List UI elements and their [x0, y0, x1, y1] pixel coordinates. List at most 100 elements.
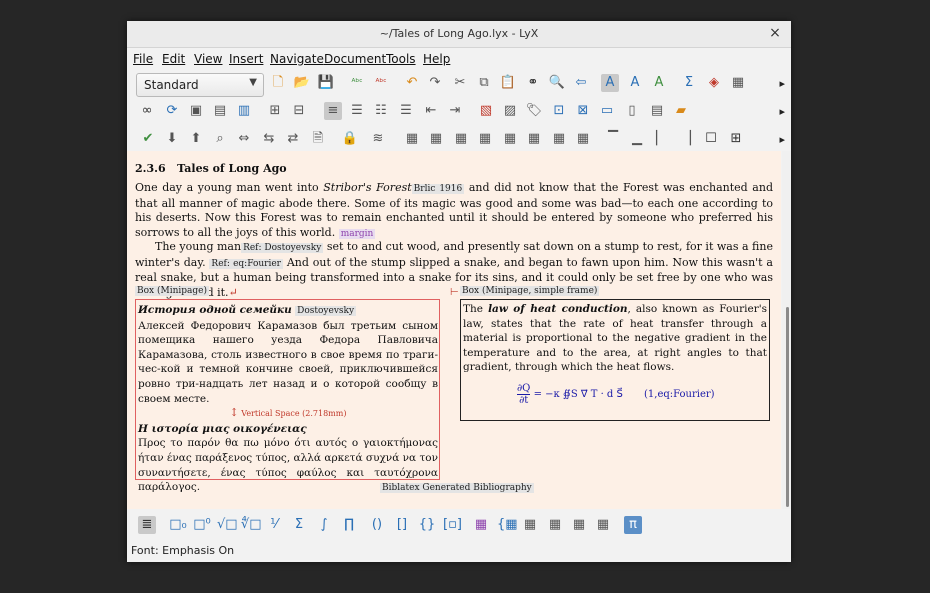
enumerate-icon[interactable]: ☷ — [372, 102, 390, 120]
toolbar-more-icon[interactable]: ▸ — [779, 133, 785, 146]
citation-inset[interactable]: Brlic 1916 — [411, 184, 465, 194]
view-source-icon[interactable]: ⊞ — [266, 102, 284, 120]
fourier-equation[interactable]: ∂Q ∂t = −κ ∯S ∇⃗ T · d S⃗ — [517, 383, 623, 406]
menu-view[interactable]: View — [194, 52, 222, 66]
subscript-icon[interactable]: □₀ — [169, 516, 187, 534]
spellcheck-icon[interactable]: ᴬᵇᶜ — [348, 74, 366, 92]
table-delete-row-icon[interactable]: ▦ — [452, 130, 470, 148]
undo-icon[interactable]: ↶ — [403, 74, 421, 92]
back-arrow-icon[interactable]: ⇦ — [572, 74, 590, 92]
integral-icon[interactable]: ∫ — [315, 516, 333, 534]
math-greek-icon[interactable]: π — [624, 516, 642, 534]
menu-tools[interactable]: Tools — [386, 52, 416, 66]
table-col-icon[interactable]: ▦ — [427, 130, 445, 148]
change-case-icon[interactable]: A — [650, 74, 668, 92]
insert-table-icon[interactable]: ▦ — [729, 74, 747, 92]
emphasis-icon[interactable]: A — [601, 74, 619, 92]
lock-icon[interactable]: 🔒 — [341, 130, 359, 148]
margin-note-inset[interactable]: margin — [338, 228, 376, 239]
find-change-icon[interactable]: ⌕ — [211, 130, 229, 148]
border-right-icon[interactable]: ▕ — [677, 130, 695, 148]
vertical-space-inset[interactable]: ↕ Vertical Space (2.718mm) — [138, 406, 438, 422]
accept-change-icon[interactable]: ✔ — [139, 130, 157, 148]
insert-margin-note-icon[interactable]: ▤ — [648, 102, 666, 120]
menu-edit[interactable]: Edit — [162, 52, 185, 66]
layers-icon[interactable]: ≋ — [369, 130, 387, 148]
insert-note-icon[interactable]: ▰ — [672, 102, 690, 120]
previous-change-icon[interactable]: ⬆ — [187, 130, 205, 148]
insert-figure-icon[interactable]: ▧ — [477, 102, 495, 120]
table-merge-icon[interactable]: ▦ — [501, 130, 519, 148]
save-icon[interactable]: 💾 — [317, 74, 335, 92]
root-icon[interactable]: ∜□ — [241, 516, 262, 534]
toolbar-more-icon[interactable]: ▸ — [779, 105, 785, 118]
menu-document[interactable]: Document — [324, 52, 386, 66]
minipage-box[interactable]: История одной семейки Dostoyevsky Алексе… — [135, 299, 440, 493]
next-change-icon[interactable]: ⬇ — [163, 130, 181, 148]
view-master-icon[interactable]: ▤ — [211, 102, 229, 120]
merge-icon[interactable]: ⇔ — [235, 130, 253, 148]
menu-file[interactable]: File — [133, 52, 153, 66]
brackets-icon[interactable]: [] — [393, 516, 411, 534]
delimiters-icon[interactable]: [▫] — [443, 516, 462, 534]
outdent-icon[interactable]: ⇤ — [422, 102, 440, 120]
insert-float-icon[interactable]: ▨ — [501, 102, 519, 120]
table-row-icon[interactable]: ▦ — [403, 130, 421, 148]
reference-inset-fourier[interactable]: Ref: eq:Fourier — [209, 258, 283, 269]
menu-help[interactable]: Help — [423, 52, 450, 66]
align-left-icon[interactable]: ☰ — [348, 102, 366, 120]
insert-graphics-icon[interactable]: ◈ — [705, 74, 723, 92]
indent-icon[interactable]: ⇥ — [446, 102, 464, 120]
align-justify-icon[interactable]: ≡ — [324, 102, 342, 120]
copy-icon[interactable]: ⧉ — [475, 74, 493, 92]
track-changes-icon[interactable]: ⇄ — [284, 130, 302, 148]
text-style-icon[interactable]: A — [626, 74, 644, 92]
box-minipage-label[interactable]: Box (Minipage) — [135, 286, 209, 296]
find-replace-icon[interactable]: ⚭ — [524, 74, 542, 92]
parentheses-icon[interactable]: () — [368, 516, 386, 534]
border-top-icon[interactable]: ▔ — [604, 130, 622, 148]
toolbar-more-icon[interactable]: ▸ — [779, 77, 785, 90]
border-all-icon[interactable]: ☐ — [702, 130, 720, 148]
new-document-icon[interactable]: 🗋 — [269, 74, 287, 92]
math-table-del-icon[interactable]: ▦ — [594, 516, 612, 534]
insert-label-icon[interactable]: 🏷 — [525, 102, 543, 120]
table-top-icon[interactable]: ▦ — [550, 130, 568, 148]
preview-icon[interactable]: ⊟ — [290, 102, 308, 120]
description-icon[interactable]: ☰ — [397, 102, 415, 120]
cases-icon[interactable]: {▦ — [497, 516, 518, 534]
border-left-icon[interactable]: ▏ — [652, 130, 670, 148]
label-inset-dostoyevsky[interactable]: Dostoyevsky — [295, 306, 357, 316]
view-icon[interactable]: ∞ — [138, 102, 156, 120]
cut-icon[interactable]: ✂ — [451, 74, 469, 92]
insert-reference-icon[interactable]: ⊡ — [550, 102, 568, 120]
insert-citation-icon[interactable]: ⊠ — [574, 102, 592, 120]
fraction-icon[interactable]: ⅟ — [265, 516, 283, 534]
document-work-area[interactable]: 2.3.6 Tales of Long Ago One day a young … — [127, 151, 781, 509]
paragraph-1[interactable]: One day a young man went into Stribor's … — [135, 181, 773, 241]
math-table-col-icon[interactable]: ▦ — [546, 516, 564, 534]
insert-footnote-icon[interactable]: ▯ — [623, 102, 641, 120]
open-folder-icon[interactable]: 📂 — [293, 74, 311, 92]
math-panel-icon[interactable]: ≣ — [138, 516, 156, 534]
bibliography-inset[interactable]: Biblatex Generated Bibliography — [380, 483, 534, 493]
scrollbar-thumb[interactable] — [786, 307, 789, 507]
close-button[interactable]: × — [767, 24, 783, 42]
sum-icon[interactable]: Σ — [290, 516, 308, 534]
math-sum-icon[interactable]: Σ — [680, 74, 698, 92]
compare-icon[interactable]: ⇆ — [260, 130, 278, 148]
update-icon[interactable]: ⟳ — [163, 102, 181, 120]
spellcheck-continuous-icon[interactable]: ᴬᵇᶜ — [372, 74, 390, 92]
reference-inset-dostoyevsky[interactable]: Ref: Dostoyevsky — [241, 243, 324, 253]
table-split-icon[interactable]: ▦ — [525, 130, 543, 148]
box-framed-label[interactable]: Box (Minipage, simple frame) — [460, 286, 600, 296]
vertical-scrollbar[interactable] — [782, 151, 791, 509]
menu-navigate[interactable]: Navigate — [270, 52, 324, 66]
matrix-icon[interactable]: ▦ — [472, 516, 490, 534]
document-icon[interactable]: 🗎 — [309, 130, 327, 148]
paste-icon[interactable]: 📋 — [499, 74, 517, 92]
superscript-icon[interactable]: □⁰ — [193, 516, 211, 534]
view-other-icon[interactable]: ▣ — [187, 102, 205, 120]
table-delete-col-icon[interactable]: ▦ — [476, 130, 494, 148]
insert-index-icon[interactable]: ▭ — [598, 102, 616, 120]
